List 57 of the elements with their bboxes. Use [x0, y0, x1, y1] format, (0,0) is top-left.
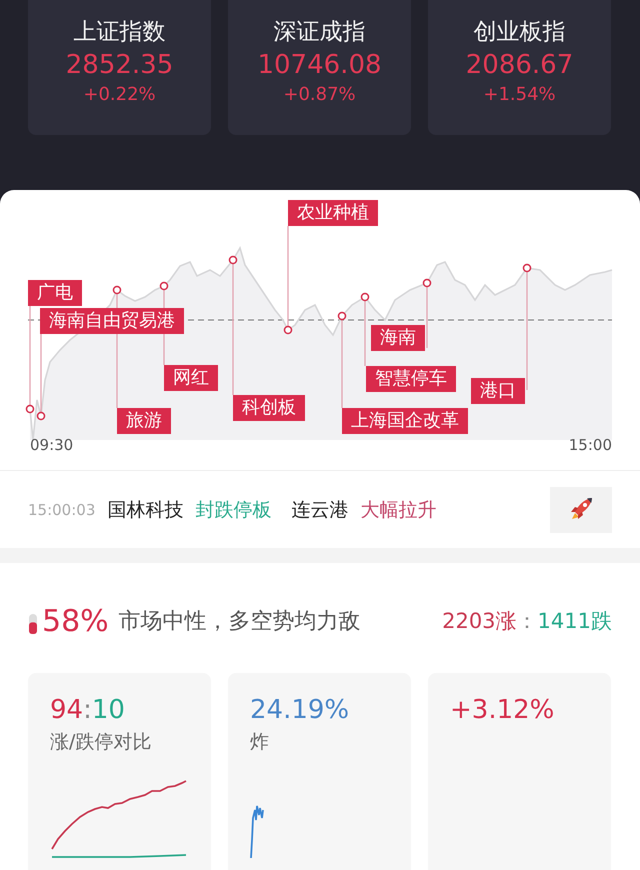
- marker-dot: [26, 404, 34, 414]
- topic-tag[interactable]: 海南自由贸易港: [40, 308, 184, 334]
- marker-dot: [422, 278, 432, 288]
- falling-count: 1411跌: [538, 608, 612, 635]
- event-label: 大幅拉升: [360, 498, 436, 522]
- separator: ：: [516, 608, 538, 635]
- marker-dot: [160, 282, 168, 290]
- index-value: 10746.08: [257, 49, 382, 82]
- index-change: +0.22%: [83, 83, 156, 107]
- rocket-button[interactable]: [550, 486, 612, 532]
- axis-label: 15:00: [568, 436, 612, 454]
- marker-dot: [284, 326, 292, 334]
- topic-tag[interactable]: 广电: [28, 280, 82, 306]
- index-card[interactable]: 深证成指 10746.08 +0.87%: [228, 0, 411, 135]
- index-card[interactable]: 上证指数 2852.35 +0.22%: [28, 0, 211, 135]
- event-time: 15:00:03: [28, 500, 96, 518]
- stock-name[interactable]: 国林科技: [107, 496, 184, 522]
- topic-tag[interactable]: 港口: [471, 378, 525, 404]
- topic-tag[interactable]: 农业种植: [288, 200, 378, 226]
- stat-label: 涨/跌停对比: [50, 730, 152, 755]
- thermometer-icon: [28, 613, 38, 635]
- index-name: 深证成指: [274, 18, 366, 47]
- event-label: 封跌停板: [195, 498, 272, 522]
- marker-dot: [112, 286, 122, 294]
- axis-label: 09:30: [30, 436, 74, 454]
- sentiment-percent: 58%: [42, 604, 109, 638]
- marker-dot: [338, 312, 346, 320]
- limit-down-count: 10: [92, 695, 125, 725]
- stat-value: 24.19%: [250, 694, 350, 727]
- index-value: 2852.35: [66, 49, 174, 82]
- stat-card[interactable]: 94:10 涨/跌停对比: [28, 673, 211, 870]
- stat-label: 炸: [250, 730, 270, 755]
- topic-tag[interactable]: 科创板: [233, 395, 305, 421]
- marker-dot: [522, 264, 532, 272]
- topic-tag[interactable]: 网红: [164, 365, 218, 391]
- topic-tag[interactable]: 海南: [371, 325, 425, 351]
- index-value: 2086.67: [466, 49, 574, 82]
- topic-tag[interactable]: 上海国企改革: [342, 408, 468, 434]
- limit-up-count: 94: [50, 695, 84, 725]
- marker-dot: [228, 256, 238, 264]
- index-change: +1.54%: [483, 83, 556, 107]
- stat-card[interactable]: +3.12%: [428, 673, 611, 870]
- topic-tag[interactable]: 智慧停车: [366, 366, 456, 392]
- index-card[interactable]: 创业板指 2086.67 +1.54%: [428, 0, 611, 135]
- index-change: +0.87%: [283, 83, 356, 107]
- topic-tag[interactable]: 旅游: [117, 408, 171, 434]
- index-name: 创业板指: [474, 18, 566, 47]
- index-name: 上证指数: [74, 18, 166, 47]
- stat-value: +3.12%: [450, 694, 556, 727]
- sentiment-summary: 市场中性，多空势均力敌: [118, 608, 361, 636]
- marker-dot: [360, 292, 370, 302]
- stat-card[interactable]: 24.19% 炸: [228, 673, 411, 870]
- stock-name[interactable]: 连云港: [291, 496, 348, 522]
- separator: :: [83, 695, 92, 725]
- rising-count: 2203涨: [442, 608, 517, 635]
- sparkline-drawing: [250, 805, 266, 859]
- marker-dot: [36, 412, 46, 420]
